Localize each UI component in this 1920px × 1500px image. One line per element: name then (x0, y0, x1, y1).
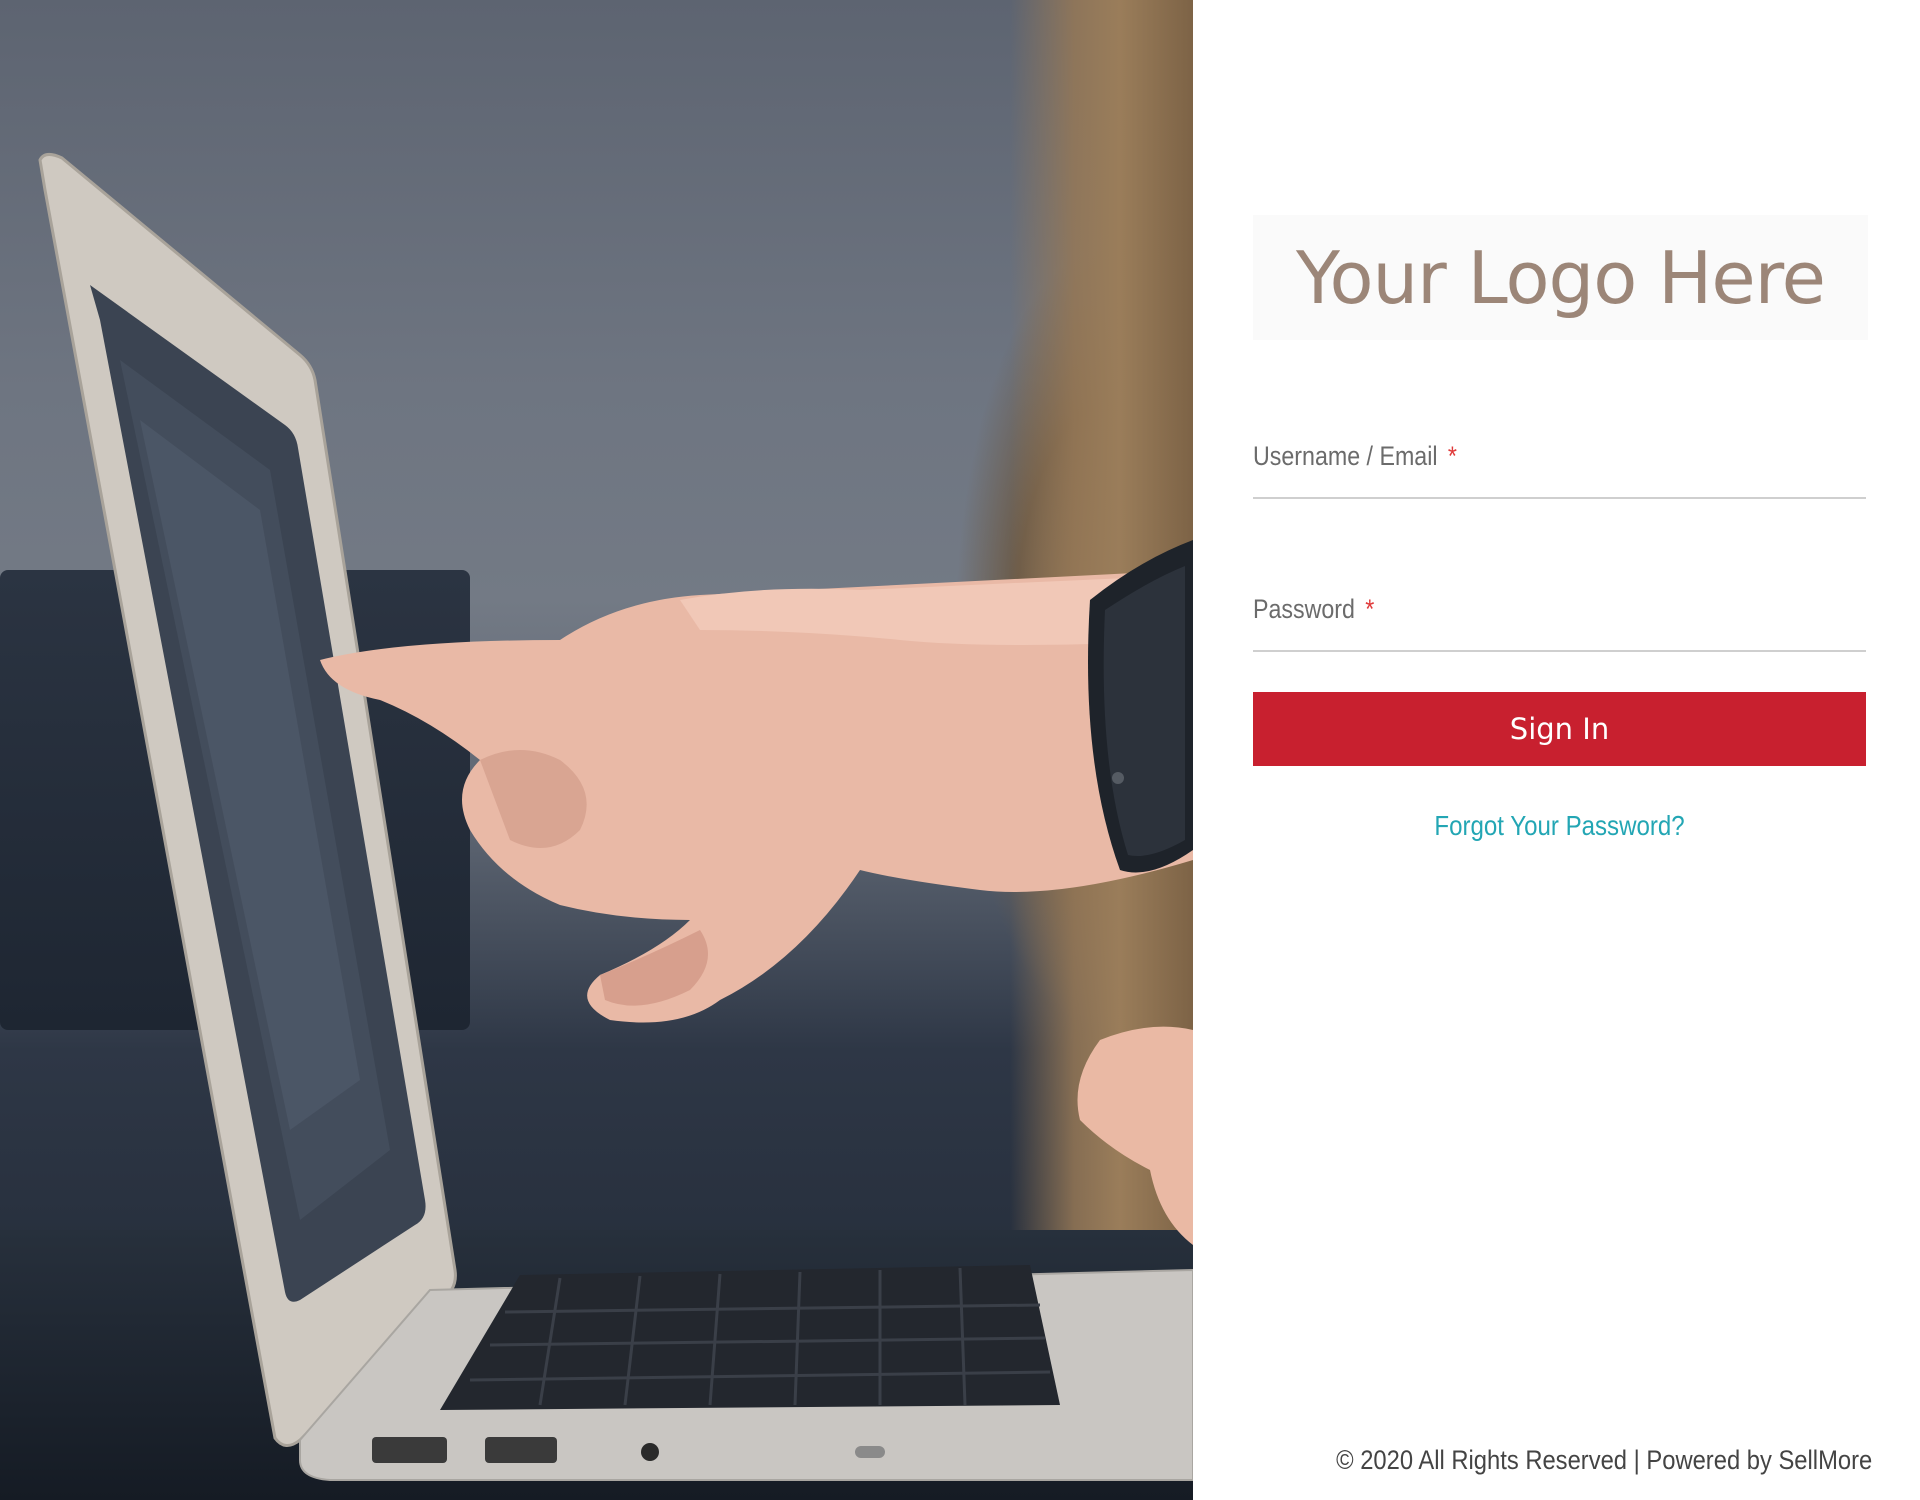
sign-in-button[interactable]: Sign In (1253, 692, 1866, 766)
password-field[interactable]: Password * (1253, 590, 1870, 652)
logo-text: Your Logo Here (1296, 235, 1826, 320)
login-panel: Your Logo Here Username / Email * Passwor… (1193, 0, 1920, 1500)
username-field[interactable]: Username / Email * (1253, 437, 1870, 499)
hero-photo (0, 0, 1193, 1500)
forgot-password-link[interactable]: Forgot Your Password? (1253, 810, 1866, 842)
password-input[interactable] (1253, 590, 1870, 652)
logo-placeholder: Your Logo Here (1253, 215, 1868, 340)
laptop-illustration (38, 153, 1193, 1481)
second-hand (1077, 1026, 1193, 1245)
username-input[interactable] (1253, 437, 1870, 499)
footer-copyright: © 2020 All Rights Reserved | Powered by … (1335, 1445, 1872, 1475)
